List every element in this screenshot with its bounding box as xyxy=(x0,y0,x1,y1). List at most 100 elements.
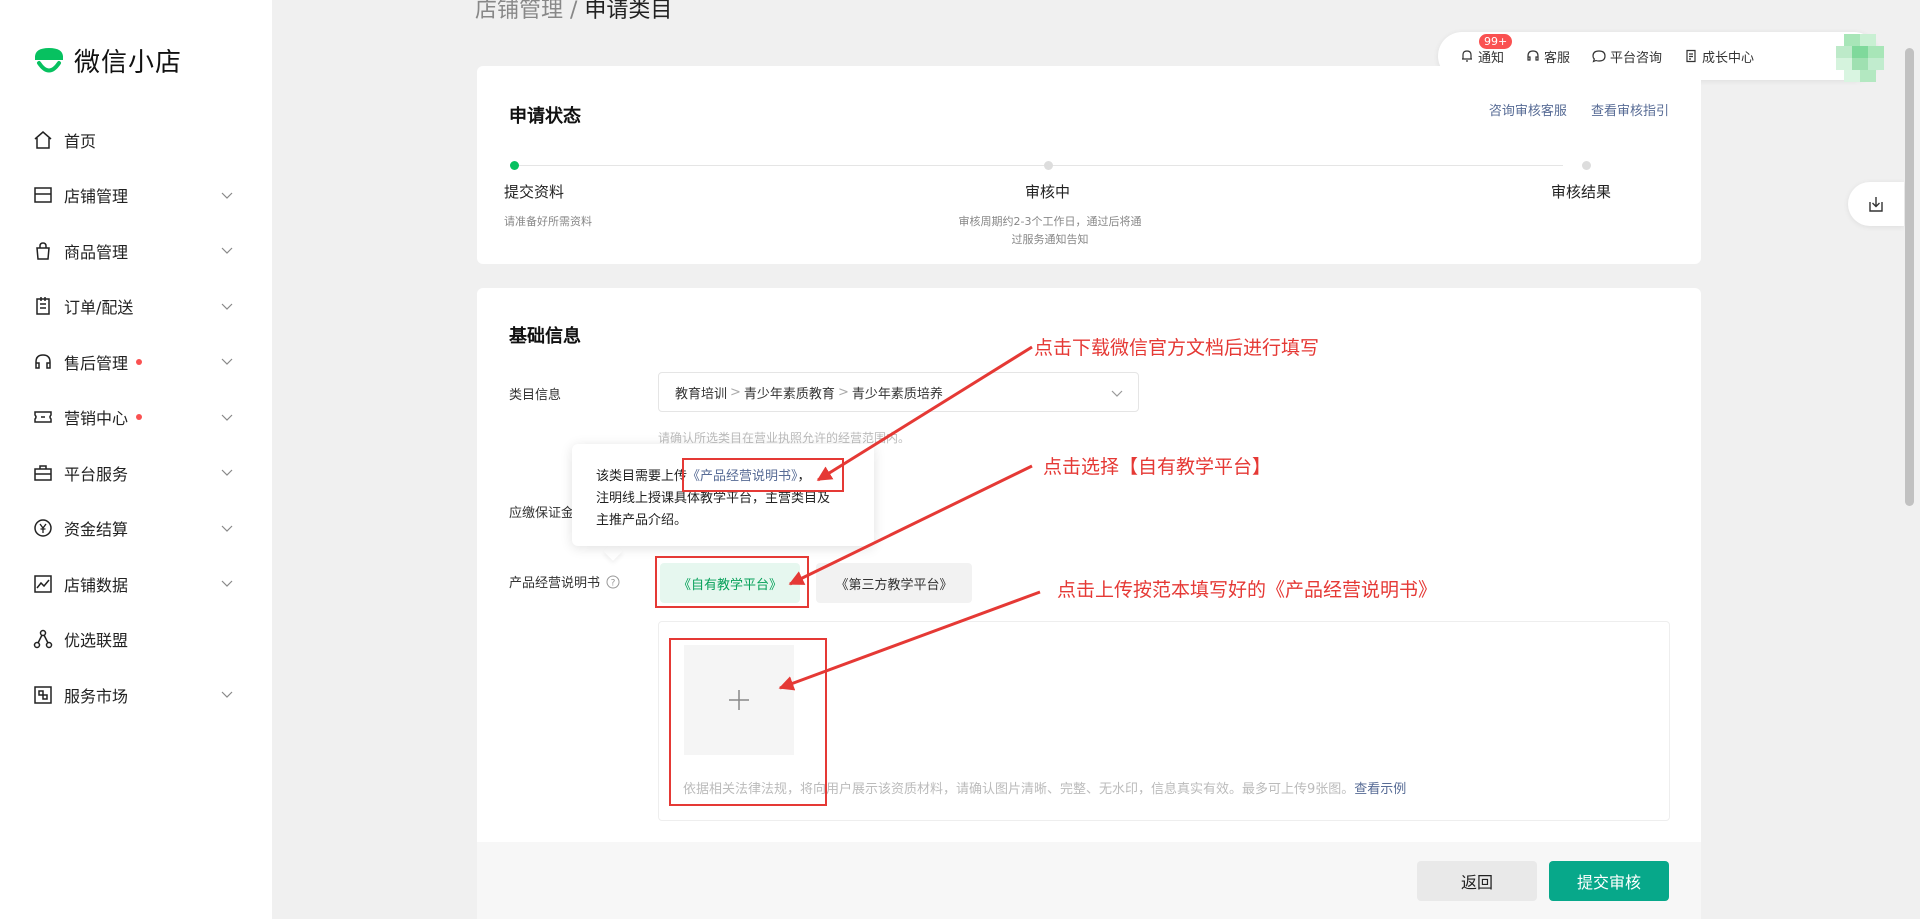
ticket-icon xyxy=(34,411,52,423)
sidebar-item-3[interactable]: 订单/配送 xyxy=(0,279,272,335)
store-icon xyxy=(34,187,52,203)
sidebar-item-label: 售后管理 xyxy=(64,353,129,373)
sidebar-nav: 首页店铺管理商品管理订单/配送售后管理营销中心平台服务资金结算店铺数据优选联盟服… xyxy=(0,112,272,723)
sidebar-item-4[interactable]: 售后管理 xyxy=(0,334,272,390)
sidebar-item-2[interactable]: 商品管理 xyxy=(0,223,272,279)
sidebar-item-label: 店铺数据 xyxy=(64,575,129,595)
tooltip-prefix: 该类目需要上传 xyxy=(596,469,688,484)
order-icon xyxy=(36,297,50,315)
svg-text:?: ? xyxy=(611,578,616,588)
basic-info-title: 基础信息 xyxy=(509,326,581,347)
growth-button[interactable]: 成长中心 xyxy=(1684,47,1754,66)
chevron-down-icon xyxy=(221,247,233,254)
chevron-down-icon xyxy=(221,303,233,310)
progress-line xyxy=(514,165,1563,166)
sidebar-item-9[interactable]: 优选联盟 xyxy=(0,612,272,668)
avatar[interactable] xyxy=(1836,34,1884,82)
status-links: 咨询审核客服 查看审核指引 xyxy=(1469,100,1669,119)
category-level-2: 青少年素质教育 xyxy=(743,386,835,402)
option-third-party-platform[interactable]: 《第三方教学平台》 xyxy=(816,563,972,603)
category-label: 类目信息 xyxy=(509,388,562,403)
notification-dot xyxy=(136,414,143,421)
notify-button[interactable]: 通知 99+ xyxy=(1460,32,1514,66)
sidebar-item-8[interactable]: 店铺数据 xyxy=(0,556,272,612)
category-select[interactable]: 教育培训 > 青少年素质教育 > 青少年素质培养 xyxy=(658,372,1139,412)
service-button[interactable]: 客服 xyxy=(1526,47,1570,66)
growth-label: 成长中心 xyxy=(1702,50,1755,66)
status-card: 申请状态 咨询审核客服 查看审核指引 提交资料 审核中 审核结果 请准备好所需资… xyxy=(477,66,1701,264)
submit-review-button[interactable]: 提交审核 xyxy=(1549,861,1669,901)
breadcrumb-parent[interactable]: 店铺管理 / xyxy=(475,0,584,23)
chat-bubble-icon xyxy=(1592,50,1606,63)
sidebar-item-1[interactable]: 店铺管理 xyxy=(0,168,272,224)
sidebar-item-6[interactable]: 平台服务 xyxy=(0,445,272,501)
sidebar-item-label: 商品管理 xyxy=(64,242,129,262)
step-label-review: 审核中 xyxy=(1025,183,1071,201)
sidebar-item-7[interactable]: 资金结算 xyxy=(0,501,272,557)
consult-review-link[interactable]: 咨询审核客服 xyxy=(1489,104,1567,119)
chart-icon xyxy=(34,575,52,593)
sidebar-item-label: 订单/配送 xyxy=(64,298,134,318)
annotation-box-own-platform xyxy=(655,556,809,608)
category-level-1: 教育培训 xyxy=(675,386,728,402)
sidebar-item-10[interactable]: 服务市场 xyxy=(0,667,272,723)
home-icon xyxy=(34,130,52,149)
sidebar-item-5[interactable]: 营销中心 xyxy=(0,390,272,446)
chevron-down-icon xyxy=(221,358,233,365)
step-desc-review-line2: 过服务通知告知 xyxy=(1011,233,1089,246)
chevron-down-icon xyxy=(221,192,233,199)
sidebar-item-label: 平台服务 xyxy=(64,464,129,484)
step-label-submit: 提交资料 xyxy=(504,183,565,201)
back-button[interactable]: 返回 xyxy=(1417,861,1537,901)
status-title: 申请状态 xyxy=(509,106,581,127)
step-desc-review-line1: 审核周期约2-3个工作日，通过后将通 xyxy=(958,215,1142,228)
annotation-box-upload xyxy=(669,638,827,806)
consult-label: 平台咨询 xyxy=(1610,50,1663,66)
consult-button[interactable]: 平台咨询 xyxy=(1592,47,1662,66)
chevron-down-icon xyxy=(221,691,233,698)
review-guide-link[interactable]: 查看审核指引 xyxy=(1591,104,1669,119)
sidebar-item-label: 店铺管理 xyxy=(64,187,129,207)
category-level-3: 青少年素质培养 xyxy=(851,386,943,402)
chevron-down-icon xyxy=(1111,390,1123,397)
sidebar-item-label: 服务市场 xyxy=(64,686,129,706)
view-example-link[interactable]: 查看示例 xyxy=(1354,782,1406,797)
notify-badge: 99+ xyxy=(1478,32,1514,50)
service-label: 客服 xyxy=(1544,50,1571,66)
step-dot-submit xyxy=(510,161,519,170)
network-icon xyxy=(33,630,53,649)
document-icon xyxy=(1686,49,1696,63)
sidebar-item-label: 营销中心 xyxy=(64,409,129,429)
logo[interactable]: 微信小店 xyxy=(32,42,182,79)
bag-icon xyxy=(36,241,50,260)
step-dot-result xyxy=(1582,161,1591,170)
tooltip-line3: 主推产品介绍。 xyxy=(596,513,688,528)
annotation-box-doc-link xyxy=(682,458,844,492)
chevron-down-icon xyxy=(221,580,233,587)
sidebar-item-label: 优选联盟 xyxy=(64,631,129,651)
sidebar-item-0[interactable]: 首页 xyxy=(0,112,272,168)
briefcase-icon xyxy=(34,465,52,481)
annotation-text-1: 点击下载微信官方文档后进行填写 xyxy=(1034,337,1320,359)
chevron-down-icon xyxy=(221,525,233,532)
sidebar-item-label: 资金结算 xyxy=(64,520,129,540)
chevron-down-icon xyxy=(221,414,233,421)
step-desc-submit: 请准备好所需资料 xyxy=(504,215,592,228)
shop-logo-icon xyxy=(35,47,63,72)
scrollbar-thumb[interactable] xyxy=(1905,48,1914,506)
breadcrumb: 店铺管理 / 申请类目 xyxy=(475,0,672,24)
download-icon xyxy=(1869,197,1883,212)
step-label-result: 审核结果 xyxy=(1551,183,1612,201)
headset-icon xyxy=(35,353,51,369)
step-desc-review: 审核周期约2-3个工作日，通过后将通 过服务通知告知 xyxy=(948,213,1152,249)
download-tool[interactable] xyxy=(1848,182,1904,226)
breadcrumb-current: 申请类目 xyxy=(584,0,673,23)
step-dot-review xyxy=(1044,161,1053,170)
notification-dot xyxy=(136,358,143,365)
sidebar-item-label: 首页 xyxy=(64,131,97,151)
question-icon[interactable]: ? xyxy=(606,575,620,589)
logo-text: 微信小店 xyxy=(74,48,183,78)
headset-icon xyxy=(1527,50,1539,61)
deposit-label: 应缴保证金 xyxy=(509,506,575,521)
bell-icon xyxy=(1462,50,1472,62)
